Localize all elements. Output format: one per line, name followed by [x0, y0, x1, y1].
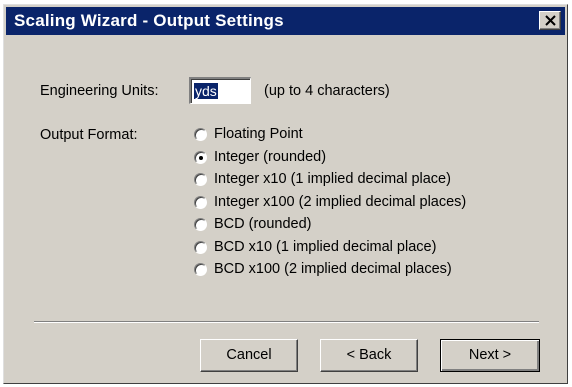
radio-option-label: BCD x100 (2 implied decimal places) — [214, 261, 452, 277]
radio-button[interactable] — [194, 263, 207, 276]
radio-button[interactable] — [194, 128, 207, 141]
title-bar[interactable]: Scaling Wizard - Output Settings — [6, 7, 565, 35]
close-button[interactable] — [539, 11, 561, 30]
radio-option-label: Integer x10 (1 implied decimal place) — [214, 171, 451, 187]
output-format-label: Output Format: — [40, 127, 138, 143]
back-button[interactable]: < Back — [320, 339, 418, 372]
engineering-units-value: yds — [194, 83, 218, 99]
radio-button[interactable] — [194, 218, 207, 231]
engineering-units-hint: (up to 4 characters) — [264, 83, 390, 99]
radio-button[interactable] — [194, 173, 207, 186]
engineering-units-input[interactable]: yds — [189, 77, 251, 104]
scaling-wizard-dialog: Scaling Wizard - Output Settings Enginee… — [3, 4, 568, 384]
radio-option-label: Integer (rounded) — [214, 148, 327, 165]
window-title: Scaling Wizard - Output Settings — [14, 11, 284, 30]
radio-selected-dot — [199, 155, 203, 160]
close-icon — [545, 15, 556, 26]
radio-button[interactable] — [194, 150, 207, 164]
engineering-units-label: Engineering Units: — [40, 83, 159, 99]
next-button[interactable]: Next > — [440, 339, 540, 372]
radio-button[interactable] — [194, 240, 207, 254]
button-separator — [34, 321, 539, 323]
radio-option-label: BCD (rounded) — [214, 216, 312, 232]
radio-button[interactable] — [194, 195, 207, 209]
radio-option-label: Floating Point — [214, 126, 303, 142]
radio-option-label: BCD x10 (1 implied decimal place) — [214, 238, 437, 255]
cancel-button[interactable]: Cancel — [200, 339, 298, 372]
radio-option-label: Integer x100 (2 implied decimal places) — [214, 193, 467, 210]
